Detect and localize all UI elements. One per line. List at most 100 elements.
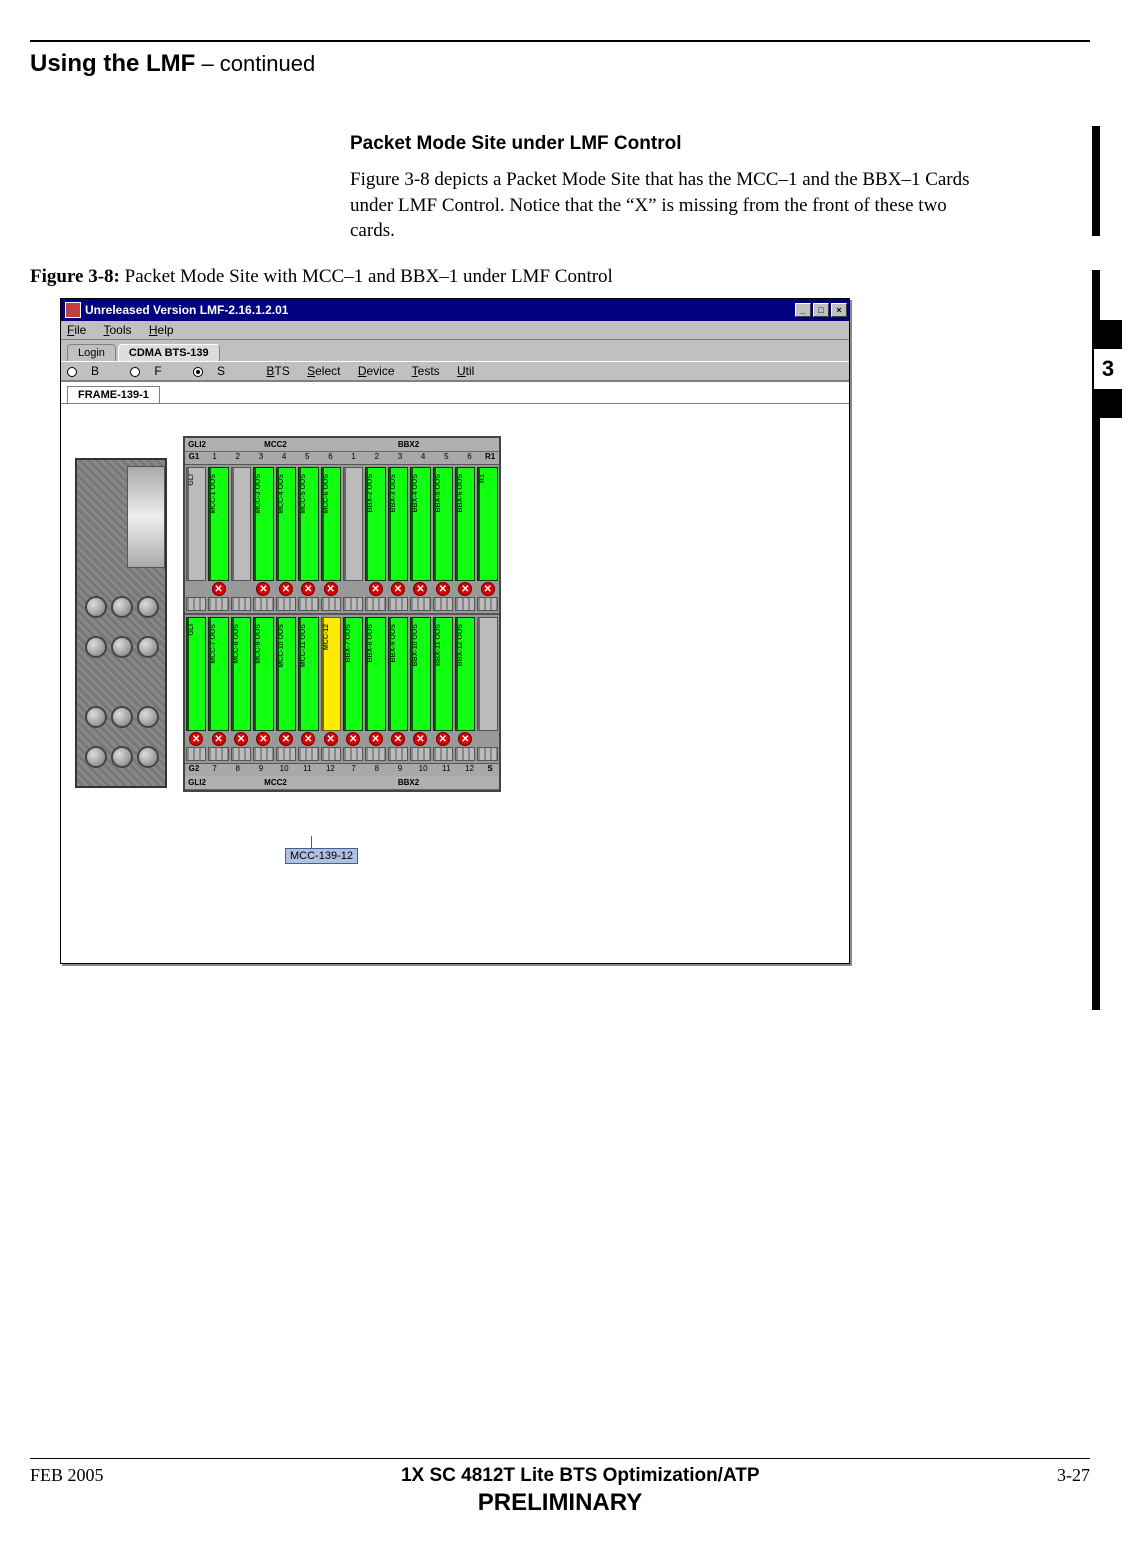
card-slot[interactable]: BBX-2 OOS✕ <box>365 467 385 611</box>
submenu-bts[interactable]: BTS <box>266 364 289 378</box>
card-slot[interactable] <box>343 467 363 611</box>
slot-number: 7 <box>203 764 226 776</box>
titlebar[interactable]: Unreleased Version LMF-2.16.1.2.01 _ □ × <box>61 299 849 321</box>
card-slot[interactable]: MCC-6 OOS✕ <box>321 467 341 611</box>
card-label: MCC-4 OOS <box>278 474 285 514</box>
tab-login[interactable]: Login <box>67 344 116 361</box>
card-slot[interactable]: MCC-7 OOS✕ <box>208 617 228 761</box>
card-slot[interactable]: MCC-4 OOS ✕ <box>276 467 296 611</box>
radio-f[interactable]: F <box>130 364 175 378</box>
card-slot[interactable] <box>477 617 497 761</box>
slot-number: 1 <box>342 452 365 464</box>
card-foot <box>276 597 296 611</box>
card-foot <box>321 747 341 761</box>
maximize-button[interactable]: □ <box>813 303 829 317</box>
card-status-row: ✕ <box>298 581 318 597</box>
card-foot <box>455 747 475 761</box>
card-slot[interactable] <box>231 467 251 611</box>
card-slot[interactable]: BBX-8 OOS✕ <box>365 617 385 761</box>
card-foot <box>433 747 453 761</box>
card-status-row: ✕ <box>365 581 385 597</box>
app-window: Unreleased Version LMF-2.16.1.2.01 _ □ ×… <box>60 298 850 964</box>
status-x-icon: ✕ <box>391 732 405 746</box>
card-slot[interactable]: MCC-10 OOS ✕ <box>276 617 296 761</box>
card-label: BBX-12 OOS <box>457 624 464 666</box>
card-slot[interactable]: BBX-11 OOS✕ <box>433 617 453 761</box>
submenu-device[interactable]: Device <box>358 364 395 378</box>
card-label: BBX-5 OOS <box>435 474 442 513</box>
figure-label: Figure 3-8: <box>30 266 120 287</box>
card-slot[interactable]: BBX-9 OOS✕ <box>388 617 408 761</box>
submenu-select[interactable]: Select <box>307 364 340 378</box>
radio-s[interactable]: S <box>193 364 239 378</box>
card-label: GLI <box>188 474 195 486</box>
submenu-tests[interactable]: Tests <box>412 364 440 378</box>
card-foot <box>388 597 408 611</box>
figure-caption: Figure 3-8: Packet Mode Site with MCC–1 … <box>30 266 1090 288</box>
chapter-tab-bg <box>1092 320 1122 348</box>
card-slot[interactable]: BBX-12 OOS ✕ <box>455 617 475 761</box>
frame-canvas: GLI2 MCC2 BBX2 G1123456123456R1 GLIMCC-1… <box>61 403 849 963</box>
card-slot[interactable]: MCC-5 OOS✕ <box>298 467 318 611</box>
card-slot[interactable]: BBX-6 OOS✕ <box>455 467 475 611</box>
minimize-button[interactable]: _ <box>795 303 811 317</box>
card-slot[interactable]: MCC-3 OOS ✕ <box>253 467 273 611</box>
card-slot[interactable]: GLI✕ <box>186 617 206 761</box>
slot-number: 10 <box>412 764 435 776</box>
shelf-top: GLIMCC-1 OOS✕MCC-3 OOS✕MCC-4 OOS✕MCC-5 O… <box>185 464 499 614</box>
status-x-icon: ✕ <box>212 732 226 746</box>
card-slot[interactable]: BBX-7 OOS✕ <box>343 617 363 761</box>
card-slot[interactable]: BBX-10 OOS✕ <box>410 617 430 761</box>
menu-help[interactable]: Help <box>149 323 174 337</box>
rack-header-mcc: MCC2 <box>209 440 342 449</box>
card-foot <box>276 747 296 761</box>
card-status-row: ✕ <box>410 731 430 747</box>
slot-number: 4 <box>412 452 435 464</box>
card-slot[interactable]: BBX-4 OOS✕ <box>410 467 430 611</box>
card-face: MCC-8 OOS <box>231 617 251 731</box>
card-label: MCC-3 OOS <box>255 474 262 514</box>
slot-number: 9 <box>249 764 272 776</box>
slot-number: G2 <box>185 764 203 776</box>
submenu-util[interactable]: Util <box>457 364 474 378</box>
card-slot[interactable]: MCC-11 OOS✕ <box>298 617 318 761</box>
status-x-icon: ✕ <box>458 582 472 596</box>
card-face: MCC-4 OOS <box>276 467 296 581</box>
card-status-row: ✕ <box>455 731 475 747</box>
slot-number: 2 <box>365 452 388 464</box>
rack-footer-bbx: BBX2 <box>342 778 475 787</box>
menu-file[interactable]: File <box>67 323 86 337</box>
card-slot[interactable]: MCC-1 OOS✕ <box>208 467 228 611</box>
slot-number: 5 <box>296 452 319 464</box>
card-label: MCC-10 OOS <box>278 624 285 668</box>
card-status-row: ✕ <box>208 581 228 597</box>
card-foot <box>365 747 385 761</box>
close-button[interactable]: × <box>831 303 847 317</box>
card-label: BBX-4 OOS <box>412 474 419 513</box>
card-status-row: ✕ <box>477 581 497 597</box>
status-x-icon: ✕ <box>436 582 450 596</box>
card-status-row: ✕ <box>276 581 296 597</box>
card-slot[interactable]: BBX-3 OOS✕ <box>388 467 408 611</box>
card-foot <box>343 597 363 611</box>
card-slot[interactable]: BBX-5 OOS ✕ <box>433 467 453 611</box>
card-slot[interactable]: MCC-9 OOS✕ <box>253 617 273 761</box>
rack-num-row-bottom: G2789101112789101112S <box>185 764 499 776</box>
card-slot[interactable]: MCC-8 OOS✕ <box>231 617 251 761</box>
frame-tab[interactable]: FRAME-139-1 <box>67 386 160 403</box>
main-tabs: Login CDMA BTS-139 <box>61 340 849 361</box>
tab-bts[interactable]: CDMA BTS-139 <box>118 344 220 361</box>
status-x-icon: ✕ <box>234 732 248 746</box>
card-status-row: ✕ <box>253 581 273 597</box>
card-slot[interactable]: MCC-12✕ <box>321 617 341 761</box>
card-status-row: ✕ <box>433 731 453 747</box>
card-slot[interactable]: R1✕ <box>477 467 497 611</box>
menu-tools[interactable]: Tools <box>103 323 131 337</box>
radio-b[interactable]: B <box>67 364 113 378</box>
card-status-row: ✕ <box>455 581 475 597</box>
card-slot[interactable]: GLI <box>186 467 206 611</box>
status-x-icon: ✕ <box>436 732 450 746</box>
card-status-row: ✕ <box>276 731 296 747</box>
card-status-row <box>343 581 363 597</box>
card-foot <box>388 747 408 761</box>
